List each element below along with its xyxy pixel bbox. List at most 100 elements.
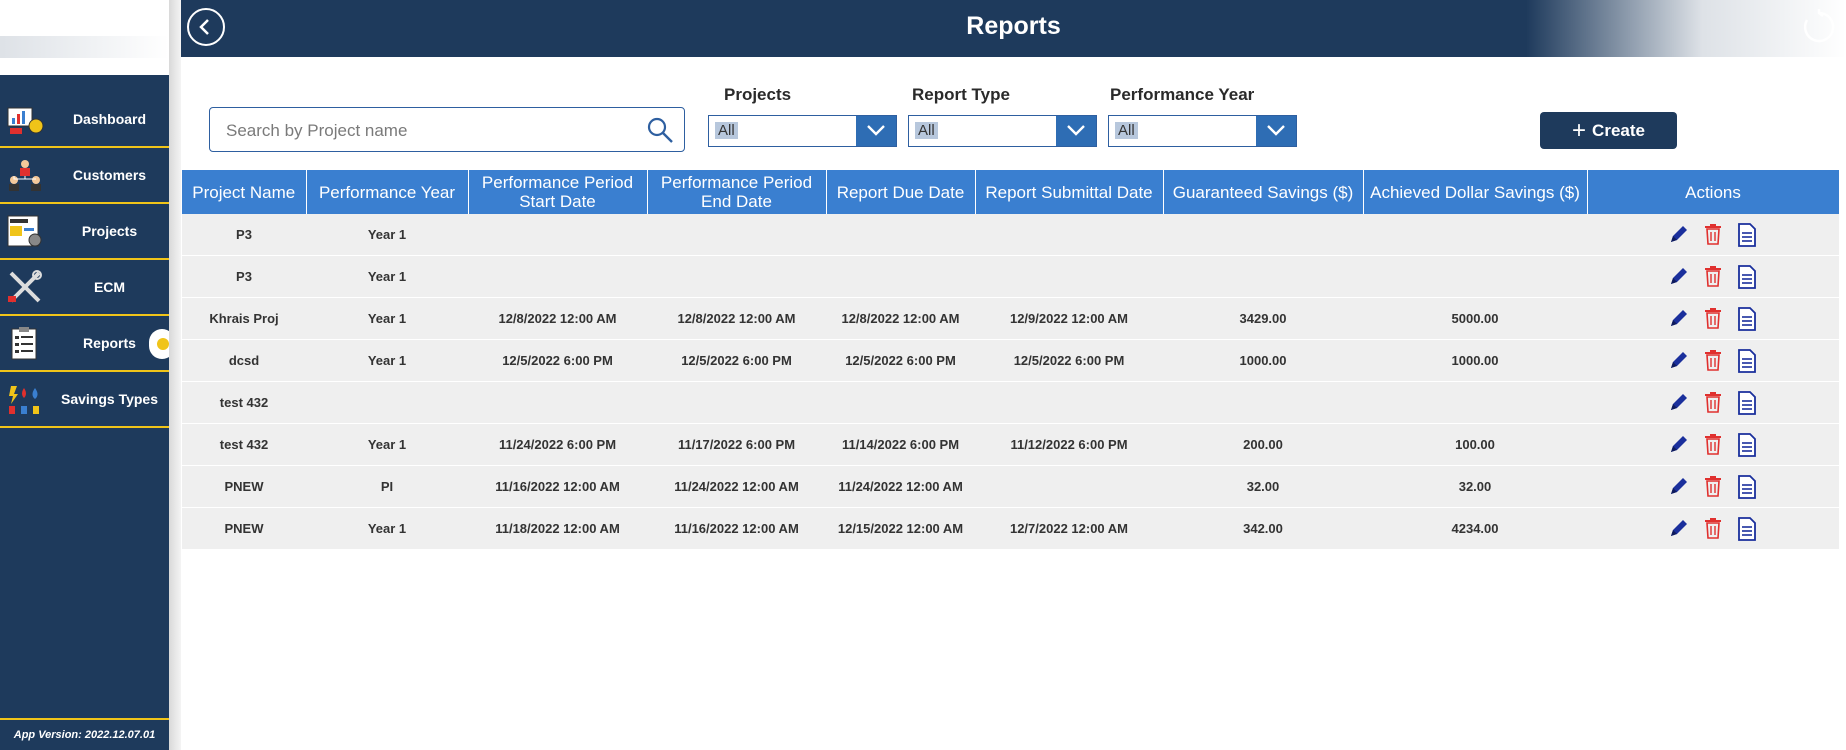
report-due-date-cell [826, 381, 975, 424]
delete-trash-icon[interactable] [1699, 307, 1727, 331]
report-submittal-date-cell [975, 465, 1163, 508]
savings-types-icon [6, 382, 44, 416]
period-start-date-cell: 12/8/2022 12:00 AM [468, 297, 647, 340]
performance-year-dropdown[interactable]: All [1108, 115, 1297, 147]
project-name-cell: Khrais Proj [182, 297, 306, 340]
report-due-date-cell [826, 255, 975, 298]
edit-pencil-icon[interactable] [1665, 265, 1693, 289]
sidebar-item-customers[interactable]: Customers [0, 148, 169, 204]
edit-pencil-icon[interactable] [1665, 475, 1693, 499]
delete-trash-icon[interactable] [1699, 223, 1727, 247]
project-name-cell: dcsd [182, 339, 306, 382]
project-name-cell: test 432 [182, 381, 306, 424]
actions-cell [1587, 214, 1839, 256]
create-button[interactable]: + Create [1540, 112, 1677, 149]
actions-cell [1587, 423, 1839, 466]
document-icon[interactable] [1733, 348, 1761, 373]
document-icon[interactable] [1733, 264, 1761, 289]
header-bar: Reports [181, 0, 1846, 57]
report-due-date-cell [826, 214, 975, 256]
document-icon[interactable] [1733, 432, 1761, 457]
header-fade [1526, 0, 1846, 57]
document-icon[interactable] [1733, 516, 1761, 541]
guaranteed-savings-cell: 200.00 [1163, 423, 1363, 466]
edit-pencil-icon[interactable] [1665, 517, 1693, 541]
back-button[interactable] [187, 8, 225, 46]
performance-year-filter-label: Performance Year [1110, 85, 1255, 104]
actions-cell [1587, 507, 1839, 550]
project-name-cell: PNEW [182, 507, 306, 550]
actions-cell [1587, 339, 1839, 382]
report-type-dropdown-value: All [915, 122, 938, 139]
table-row[interactable]: P3 Year 1 [182, 255, 1839, 298]
column-header: Performance Year [306, 170, 469, 214]
delete-trash-icon[interactable] [1699, 265, 1727, 289]
achieved-savings-cell: 4234.00 [1363, 507, 1587, 550]
app-version: App Version: 2022.12.07.01 [0, 718, 169, 750]
sidebar-item-dashboard[interactable]: Dashboard [0, 92, 169, 148]
sidebar-logo-area [0, 0, 169, 75]
table-row[interactable]: PNEW PI 11/16/2022 12:00 AM 11/24/2022 12:0… [182, 465, 1839, 508]
table-body: P3 Year 1 P3 Year 1 Khrais Proj Year 1 12/8/20… [182, 214, 1839, 550]
chevron-down-icon[interactable] [856, 116, 896, 146]
edit-pencil-icon[interactable] [1665, 349, 1693, 373]
table-row[interactable]: P3 Year 1 [182, 214, 1839, 256]
sidebar-nav: Dashboard Customers Projects ECM Reports Savi… [0, 92, 175, 428]
sidebar-item-projects[interactable]: Projects [0, 204, 169, 260]
edit-pencil-icon[interactable] [1665, 391, 1693, 415]
refresh-button[interactable] [1800, 8, 1838, 46]
table-row[interactable]: dcsd Year 1 12/5/2022 6:00 PM 12/5/2022 6:0… [182, 339, 1839, 382]
performance-year-cell: PI [306, 465, 468, 508]
chevron-down-icon[interactable] [1256, 116, 1296, 146]
sidebar-item-label: Savings Types [60, 391, 158, 407]
projects-dropdown[interactable]: All [708, 115, 897, 147]
chevron-down-icon[interactable] [1056, 116, 1096, 146]
document-icon[interactable] [1733, 390, 1761, 415]
ecm-tools-icon [6, 270, 44, 304]
delete-trash-icon[interactable] [1699, 517, 1727, 541]
delete-trash-icon[interactable] [1699, 391, 1727, 415]
period-end-date-cell [647, 214, 826, 256]
achieved-savings-cell: 1000.00 [1363, 339, 1587, 382]
period-start-date-cell: 11/16/2022 12:00 AM [468, 465, 647, 508]
table-row[interactable]: PNEW Year 1 11/18/2022 12:00 AM 11/16/2022 … [182, 507, 1839, 550]
period-start-date-cell: 12/5/2022 6:00 PM [468, 339, 647, 382]
customers-icon [6, 158, 44, 192]
sidebar-item-ecm[interactable]: ECM [0, 260, 169, 316]
table-row[interactable]: test 432 Year 1 11/24/2022 6:00 PM 11/17/20… [182, 423, 1839, 466]
delete-trash-icon[interactable] [1699, 475, 1727, 499]
report-type-dropdown[interactable]: All [908, 115, 1097, 147]
search-input[interactable] [224, 118, 628, 144]
delete-trash-icon[interactable] [1699, 433, 1727, 457]
document-icon[interactable] [1733, 474, 1761, 499]
guaranteed-savings-cell: 32.00 [1163, 465, 1363, 508]
report-submittal-date-cell: 11/12/2022 6:00 PM [975, 423, 1163, 466]
table-row[interactable]: test 432 [182, 381, 1839, 424]
table-row[interactable]: Khrais Proj Year 1 12/8/2022 12:00 AM 12/8/… [182, 297, 1839, 340]
report-submittal-date-cell [975, 214, 1163, 256]
report-type-filter-label: Report Type [912, 85, 1010, 104]
column-header: Report Submittal Date [975, 170, 1164, 214]
performance-year-cell: Year 1 [306, 423, 468, 466]
search-box[interactable] [209, 107, 685, 152]
achieved-savings-cell: 32.00 [1363, 465, 1587, 508]
achieved-savings-cell [1363, 255, 1587, 298]
sidebar-item-label: Dashboard [72, 111, 147, 127]
reports-clipboard-icon [6, 326, 44, 360]
report-due-date-cell: 11/24/2022 12:00 AM [826, 465, 975, 508]
sidebar-item-savings-types[interactable]: Savings Types [0, 372, 169, 428]
edit-pencil-icon[interactable] [1665, 433, 1693, 457]
actions-cell [1587, 297, 1839, 340]
document-icon[interactable] [1733, 222, 1761, 247]
edit-pencil-icon[interactable] [1665, 223, 1693, 247]
sidebar-item-reports[interactable]: Reports [0, 316, 175, 372]
search-icon[interactable] [646, 116, 674, 144]
project-name-cell: test 432 [182, 423, 306, 466]
actions-cell [1587, 465, 1839, 508]
sidebar-item-label: Customers [72, 167, 147, 183]
document-icon[interactable] [1733, 306, 1761, 331]
edit-pencil-icon[interactable] [1665, 307, 1693, 331]
performance-year-cell: Year 1 [306, 297, 468, 340]
delete-trash-icon[interactable] [1699, 349, 1727, 373]
period-start-date-cell [468, 381, 647, 424]
